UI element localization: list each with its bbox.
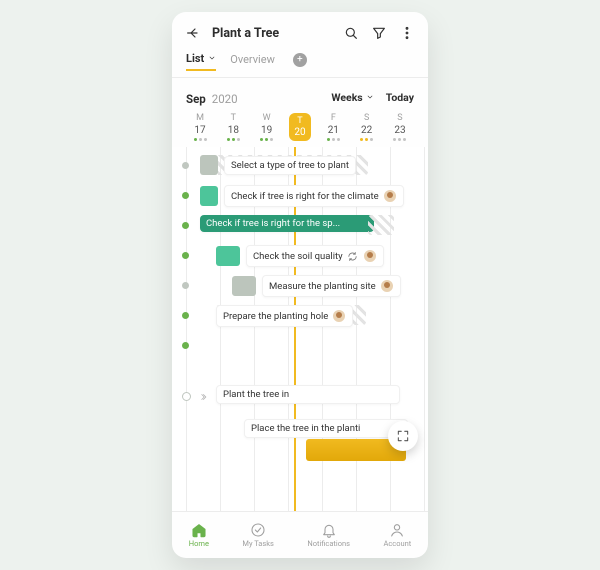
bottom-nav: Home My Tasks Notifications Account xyxy=(172,511,428,558)
tab-list[interactable]: List xyxy=(186,48,216,71)
task-bar[interactable] xyxy=(200,186,218,206)
today-button[interactable]: Today xyxy=(386,91,414,104)
task-label[interactable]: Prepare the planting hole xyxy=(216,305,353,327)
chevron-down-icon xyxy=(208,52,216,65)
avatar xyxy=(332,309,346,323)
day-thu-selected[interactable]: T 20 xyxy=(286,113,314,141)
task-row[interactable]: Prepare the planting hole xyxy=(216,305,353,327)
task-bullet xyxy=(182,282,189,289)
avatar xyxy=(380,279,394,293)
chevron-down-icon xyxy=(366,91,374,104)
task-bar[interactable] xyxy=(200,155,218,175)
week-strip: M 17 T 18 W 19 T 20 F 2 xyxy=(172,113,428,147)
nav-home[interactable]: Home xyxy=(189,522,209,548)
tab-list-label: List xyxy=(186,52,204,65)
day-wed[interactable]: W 19 xyxy=(253,113,281,141)
more-icon[interactable] xyxy=(398,24,416,42)
task-label-active[interactable]: Check if tree is right for the sp... xyxy=(200,215,374,232)
task-row[interactable]: Select a type of tree to plant xyxy=(200,155,356,175)
back-button[interactable] xyxy=(184,24,202,42)
task-row[interactable]: Check if tree is right for the climate xyxy=(200,185,404,207)
top-bar: Plant a Tree xyxy=(172,12,428,48)
task-label[interactable]: Check if tree is right for the climate xyxy=(224,185,404,207)
task-label[interactable]: Place the tree in the planti xyxy=(244,419,408,438)
day-tue[interactable]: T 18 xyxy=(219,113,247,141)
tab-overview[interactable]: Overview xyxy=(230,49,275,70)
fullscreen-button[interactable] xyxy=(388,421,418,451)
task-label[interactable]: Select a type of tree to plant xyxy=(224,156,356,175)
expand-icon[interactable] xyxy=(196,390,210,404)
view-tabs: List Overview + xyxy=(172,48,428,78)
day-sun[interactable]: S 23 xyxy=(386,113,414,141)
app-screen: Plant a Tree List Overview + xyxy=(172,12,428,558)
task-row[interactable]: Plant the tree in xyxy=(216,385,400,404)
day-fri[interactable]: F 21 xyxy=(319,113,347,141)
gantt-area[interactable]: Select a type of tree to plant Check if … xyxy=(172,147,428,511)
recurring-icon xyxy=(347,250,359,262)
avatar xyxy=(383,189,397,203)
add-view-button[interactable]: + xyxy=(293,53,307,67)
task-bullet xyxy=(182,222,189,229)
task-label[interactable]: Plant the tree in xyxy=(216,385,400,404)
task-row[interactable]: Measure the planting site xyxy=(232,275,401,297)
task-row[interactable]: Check the soil quality xyxy=(216,245,384,267)
task-label[interactable]: Check the soil quality xyxy=(246,245,384,267)
month-label: Sep xyxy=(186,92,206,106)
task-bullet xyxy=(182,312,189,319)
tab-overview-label: Overview xyxy=(230,53,275,66)
task-bullet xyxy=(182,162,189,169)
date-nav: Sep 2020 Weeks Today xyxy=(172,78,428,113)
month-year[interactable]: Sep 2020 xyxy=(186,88,238,107)
year-label: 2020 xyxy=(212,92,238,106)
task-tail xyxy=(368,215,394,235)
page-title: Plant a Tree xyxy=(212,26,332,41)
weeks-dropdown[interactable]: Weeks xyxy=(331,91,373,104)
filter-icon[interactable] xyxy=(370,24,388,42)
avatar xyxy=(363,249,377,263)
task-bullet xyxy=(182,342,189,349)
search-icon[interactable] xyxy=(342,24,360,42)
task-row-active[interactable]: Check if tree is right for the sp... xyxy=(200,215,374,232)
nav-notifications[interactable]: Notifications xyxy=(307,522,350,548)
task-bullet xyxy=(182,192,189,199)
nav-account[interactable]: Account xyxy=(383,522,411,548)
nav-mytasks[interactable]: My Tasks xyxy=(242,522,274,548)
task-label[interactable]: Measure the planting site xyxy=(262,275,401,297)
day-sat[interactable]: S 22 xyxy=(353,113,381,141)
task-row[interactable]: Place the tree in the planti xyxy=(244,419,408,438)
task-bullet-open xyxy=(182,392,191,401)
day-mon[interactable]: M 17 xyxy=(186,113,214,141)
task-bar[interactable] xyxy=(232,276,256,296)
task-bullet xyxy=(182,252,189,259)
task-bar[interactable] xyxy=(216,246,240,266)
